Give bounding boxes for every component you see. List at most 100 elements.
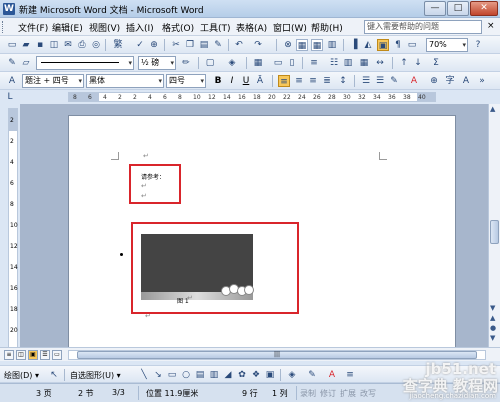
status-extend[interactable]: 扩展 bbox=[340, 388, 356, 399]
bullets-icon[interactable]: ☰ bbox=[374, 75, 386, 87]
document-page[interactable]: ↵ 请参考： ↵ ↵ 图 1 ↵ ↵ bbox=[68, 115, 456, 347]
distributed-icon[interactable]: ≣ bbox=[321, 75, 333, 87]
close-button[interactable]: ✕ bbox=[470, 1, 498, 16]
insert-picture-icon[interactable]: ▣ bbox=[264, 369, 276, 381]
menu-file[interactable]: 文件(F) bbox=[18, 21, 48, 34]
reading-layout-icon[interactable]: ▭ bbox=[52, 350, 62, 360]
line-icon[interactable]: ╲ bbox=[138, 369, 150, 381]
document-map-icon[interactable]: ▣ bbox=[377, 39, 389, 51]
insert-excel-icon[interactable]: ▥ bbox=[326, 39, 338, 51]
fill-color-icon[interactable]: ◈ bbox=[286, 369, 298, 381]
traditional-chinese-icon[interactable]: 繁 bbox=[110, 39, 126, 51]
autoformat-icon[interactable]: ▦ bbox=[358, 57, 370, 69]
vertical-ruler[interactable]: 2 2 4 6 8 10 12 14 16 18 20 bbox=[8, 108, 18, 348]
align-center-icon[interactable]: ≡ bbox=[293, 75, 305, 87]
line-style-select[interactable]: ▾ bbox=[36, 56, 134, 70]
word-app-icon[interactable]: W bbox=[3, 3, 15, 15]
sort-descending-icon[interactable]: ↓ bbox=[412, 57, 424, 69]
line-spacing-icon[interactable]: ↕ bbox=[337, 75, 349, 87]
save-icon[interactable]: ▪ bbox=[34, 39, 46, 51]
hyperlink-icon[interactable]: ⊗ bbox=[282, 39, 294, 51]
horizontal-ruler[interactable]: 8 6 4 2 2 4 6 8 10 12 14 16 18 20 22 24 26 28 30 32 34 36 38 40 bbox=[68, 92, 436, 102]
browse-object-icon[interactable]: ● bbox=[490, 324, 496, 332]
rectangle-icon[interactable]: ▭ bbox=[166, 369, 178, 381]
select-objects-icon[interactable]: ↖ bbox=[48, 369, 60, 381]
format-painter-icon[interactable]: ✎ bbox=[212, 39, 224, 51]
outline-view-icon[interactable]: ☰ bbox=[40, 350, 50, 360]
align-cell-icon[interactable]: ≡ bbox=[308, 57, 320, 69]
style-select[interactable]: 题注 + 四号 ▾ bbox=[22, 74, 84, 88]
web-layout-icon[interactable]: ◫ bbox=[16, 350, 26, 360]
oval-icon[interactable]: ○ bbox=[180, 369, 192, 381]
split-cells-icon[interactable]: ▯ bbox=[286, 57, 298, 69]
autofit-icon[interactable]: ↔ bbox=[374, 57, 386, 69]
redo-icon[interactable]: ↷ bbox=[252, 39, 264, 51]
menu-insert[interactable]: 插入(I) bbox=[126, 21, 154, 34]
align-justify-icon[interactable]: ≡ bbox=[278, 75, 290, 87]
numbering-icon[interactable]: ☰ bbox=[360, 75, 372, 87]
vertical-text-box-icon[interactable]: ▥ bbox=[208, 369, 220, 381]
merge-cells-icon[interactable]: ▭ bbox=[272, 57, 284, 69]
line-color-icon[interactable]: ✎ bbox=[306, 369, 318, 381]
shading-color-icon[interactable]: ◈ bbox=[226, 57, 238, 69]
line-weight-select[interactable]: ½ 磅 ▾ bbox=[138, 56, 176, 70]
print-icon[interactable]: ⎙ bbox=[76, 39, 88, 51]
menu-tools[interactable]: 工具(T) bbox=[200, 21, 231, 34]
scroll-down-arrow-icon[interactable]: ▼ bbox=[490, 304, 495, 312]
menubar-grip[interactable] bbox=[2, 21, 5, 33]
menu-view[interactable]: 视图(V) bbox=[89, 21, 120, 34]
sort-ascending-icon[interactable]: ↑ bbox=[398, 57, 410, 69]
permission-icon[interactable]: ◫ bbox=[48, 39, 60, 51]
vertical-scrollbar[interactable]: ▲ ▼ ▲ ● ▼ bbox=[488, 104, 500, 347]
styles-pane-icon[interactable]: A bbox=[6, 75, 18, 87]
columns-icon[interactable]: ▐ bbox=[348, 39, 360, 51]
reading-icon[interactable]: ▭ bbox=[406, 39, 418, 51]
font-select[interactable]: 黑体 ▾ bbox=[86, 74, 164, 88]
border-color-icon[interactable]: ✏ bbox=[180, 57, 192, 69]
drawing-icon[interactable]: ◭ bbox=[362, 39, 374, 51]
eraser-icon[interactable]: ▱ bbox=[20, 57, 32, 69]
wordart-icon[interactable]: ◢ bbox=[222, 369, 234, 381]
underline-button[interactable]: U bbox=[240, 75, 252, 87]
font-size-select[interactable]: 四号 ▾ bbox=[166, 74, 206, 88]
paste-icon[interactable]: ▤ bbox=[198, 39, 210, 51]
align-right-icon[interactable]: ≡ bbox=[307, 75, 319, 87]
menu-help[interactable]: 帮助(H) bbox=[311, 21, 343, 34]
print-preview-icon[interactable]: ◎ bbox=[90, 39, 102, 51]
character-scaling-icon[interactable]: A bbox=[460, 75, 472, 87]
spelling-icon[interactable]: ✓ bbox=[134, 39, 146, 51]
menu-window[interactable]: 窗口(W) bbox=[273, 21, 307, 34]
help-icon[interactable]: ? bbox=[472, 39, 484, 51]
draw-table-pen-icon[interactable]: ✎ bbox=[6, 57, 18, 69]
line-style-icon[interactable]: ≡ bbox=[344, 369, 356, 381]
clip-art-icon[interactable]: ❖ bbox=[250, 369, 262, 381]
distribute-columns-icon[interactable]: ▥ bbox=[342, 57, 354, 69]
copy-icon[interactable]: ❐ bbox=[184, 39, 196, 51]
insert-table-icon[interactable]: ▦ bbox=[311, 39, 323, 51]
tables-borders-icon[interactable]: ▦ bbox=[296, 39, 308, 51]
toolbar-options-icon[interactable]: » bbox=[476, 75, 488, 87]
diagram-icon[interactable]: ✿ bbox=[236, 369, 248, 381]
cut-icon[interactable]: ✂ bbox=[170, 39, 182, 51]
close-document-icon[interactable]: × bbox=[487, 21, 495, 31]
tab-selector-icon[interactable]: L bbox=[4, 91, 16, 103]
normal-view-icon[interactable]: ≡ bbox=[4, 350, 14, 360]
menu-format[interactable]: 格式(O) bbox=[162, 21, 194, 34]
minimize-button[interactable]: — bbox=[424, 1, 446, 16]
open-folder-icon[interactable]: ▰ bbox=[20, 39, 32, 51]
highlight-icon[interactable]: ✎ bbox=[388, 75, 400, 87]
character-border-icon[interactable]: Ā bbox=[254, 75, 266, 87]
text-box-icon[interactable]: ▤ bbox=[194, 369, 206, 381]
print-layout-icon[interactable]: ▣ bbox=[28, 350, 38, 360]
menu-edit[interactable]: 编辑(E) bbox=[52, 21, 83, 34]
status-record[interactable]: 录制 bbox=[300, 388, 316, 399]
show-hide-icon[interactable]: ¶ bbox=[392, 39, 404, 51]
next-page-icon[interactable]: ▼ bbox=[490, 334, 495, 342]
arrow-icon[interactable]: ↘ bbox=[152, 369, 164, 381]
autosum-icon[interactable]: Σ bbox=[430, 57, 442, 69]
autoshapes-menu-button[interactable]: 自选图形(U) ▾ bbox=[70, 370, 121, 381]
italic-button[interactable]: I bbox=[226, 75, 238, 87]
font-color-icon[interactable]: A bbox=[408, 75, 420, 87]
font-color-draw-icon[interactable]: A bbox=[326, 369, 338, 381]
menu-table[interactable]: 表格(A) bbox=[236, 21, 267, 34]
